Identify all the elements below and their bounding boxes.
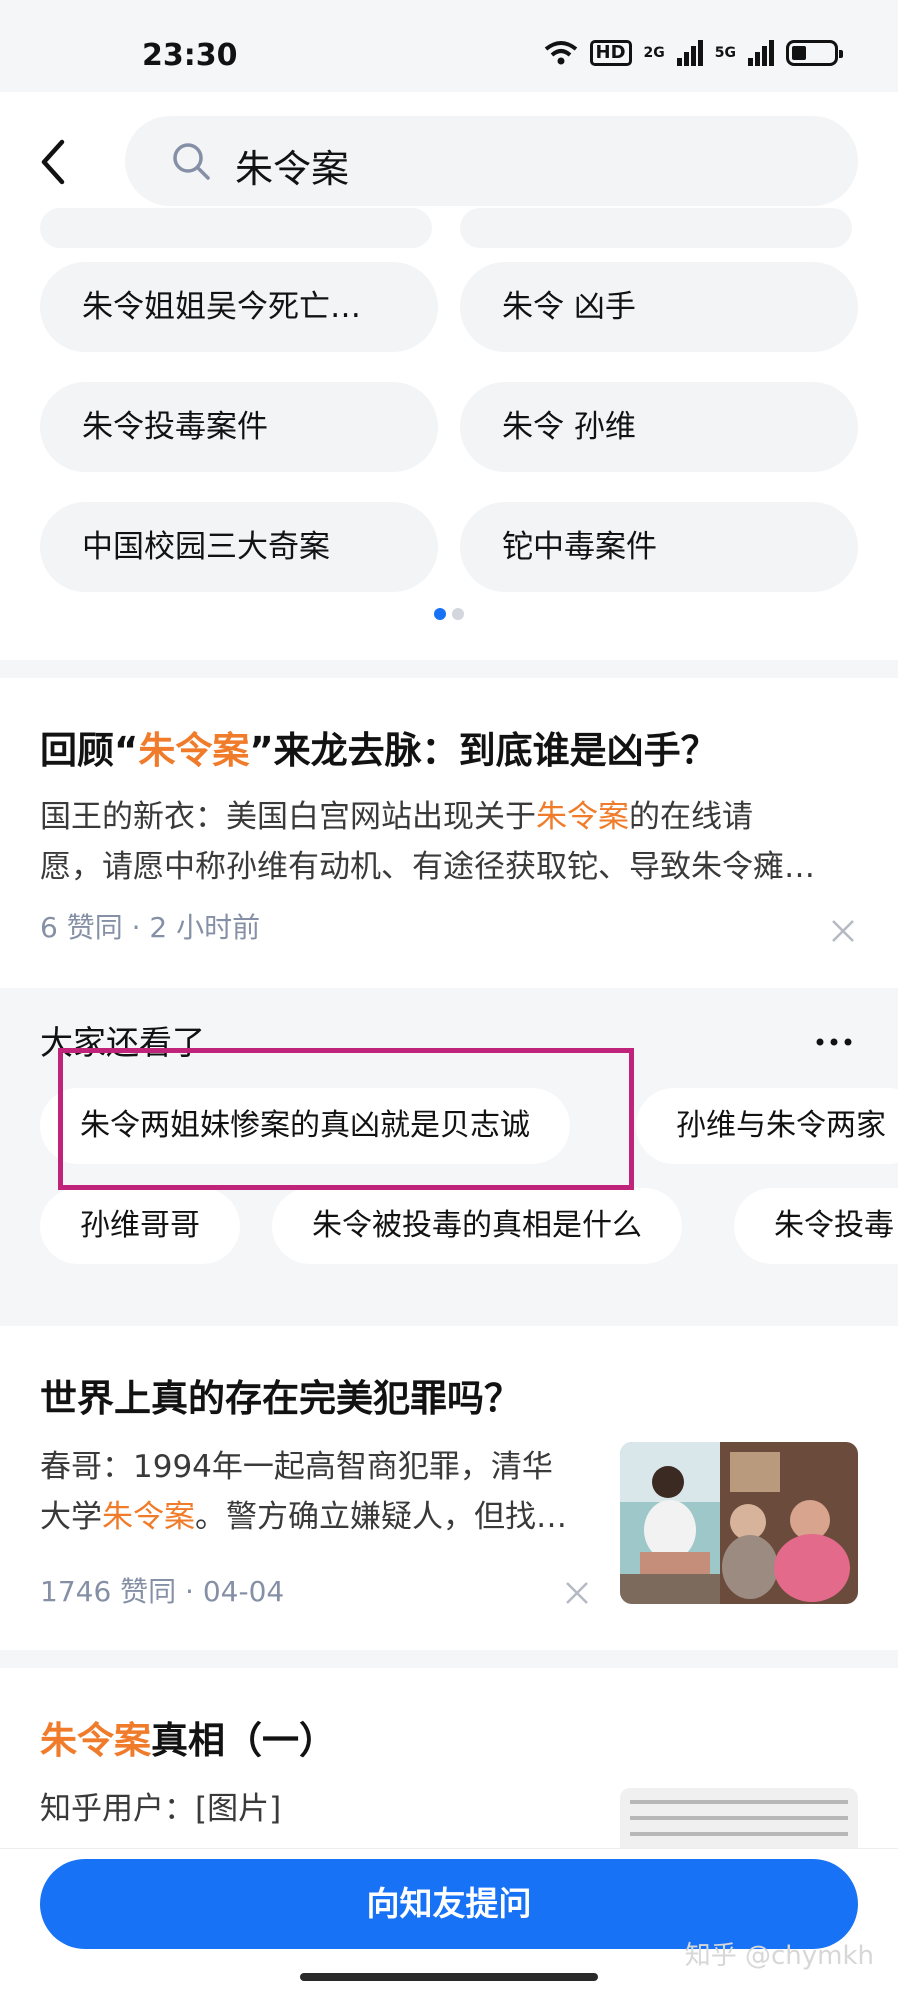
search-result-card[interactable]: 回顾“朱令案”来龙去脉：到底谁是凶手？ 国王的新衣：美国白宫网站出现关于朱令案的… xyxy=(0,678,898,988)
result-excerpt: 国王的新衣：美国白宫网站出现关于朱令案的在线请 愿，请愿中称孙维有动机、有途径获… xyxy=(40,799,815,885)
close-icon[interactable] xyxy=(564,1580,590,1606)
hd-badge: HD xyxy=(589,40,632,66)
watermark: 知乎 @chymkh xyxy=(684,1941,874,1971)
result-excerpt: 知乎用户：[图片] xyxy=(40,1791,282,1827)
close-icon[interactable] xyxy=(830,918,856,944)
back-arrow-icon[interactable] xyxy=(34,134,74,190)
related-chip[interactable]: 朱令两姐妹惨案的真凶就是贝志诚 xyxy=(40,1088,570,1164)
result-meta: 1746 赞同 · 04-04 xyxy=(40,1575,285,1608)
network-2g-label: 2G xyxy=(643,45,665,61)
suggestion-chip[interactable]: 朱令投毒案件 xyxy=(40,382,438,472)
suggestion-chip[interactable]: 朱令姐姐吴今死亡… xyxy=(40,262,438,352)
photo-thumbnail-icon xyxy=(620,1442,858,1604)
result-thumbnail[interactable] xyxy=(620,1442,858,1604)
search-query: 朱令案 xyxy=(235,147,350,191)
related-chip[interactable]: 孙维与朱令两家 xyxy=(636,1088,898,1164)
related-chip[interactable]: 朱令投毒 xyxy=(734,1188,898,1264)
search-suggestions: 朱令姐姐吴今死亡… 朱令 凶手 朱令投毒案件 朱令 孙维 中国校园三大奇案 铊中… xyxy=(0,208,898,660)
status-icons: HD 2G 5G xyxy=(544,40,843,66)
related-searches: 大家还看了 朱令两姐妹惨案的真凶就是贝志诚 孙维与朱令两家 孙维哥哥 朱令被投毒… xyxy=(0,988,898,1326)
related-title: 大家还看了 xyxy=(40,1023,205,1062)
result-excerpt: 春哥：1994年一起高智商犯罪，清华 大学朱令案。警方确立嫌疑人，但找… xyxy=(40,1449,567,1535)
result-meta: 6 赞同 · 2 小时前 xyxy=(40,911,261,944)
result-title: 朱令案真相（一） xyxy=(40,1719,336,1762)
bottom-bar: 向知友提问 知乎 @chymkh xyxy=(0,1848,898,1995)
network-5g-label: 5G xyxy=(714,45,736,61)
result-title: 回顾“朱令案”来龙去脉：到底谁是凶手？ xyxy=(40,729,718,772)
status-bar: 23:30 HD 2G 5G xyxy=(0,0,898,92)
home-indicator xyxy=(300,1973,598,1981)
signal-icon xyxy=(676,40,703,66)
status-time: 23:30 xyxy=(142,38,238,73)
suggestion-chip[interactable]: 铊中毒案件 xyxy=(460,502,858,592)
search-input[interactable]: 朱令案 xyxy=(125,116,858,206)
suggestion-chip-partial[interactable] xyxy=(40,208,432,248)
wifi-icon xyxy=(544,41,577,65)
suggestion-chip[interactable]: 中国校园三大奇案 xyxy=(40,502,438,592)
battery-icon xyxy=(786,40,843,66)
suggestion-chip[interactable]: 朱令 孙维 xyxy=(460,382,858,472)
suggestion-chip-partial[interactable] xyxy=(460,208,852,248)
result-title: 世界上真的存在完美犯罪吗？ xyxy=(40,1377,521,1420)
related-chip[interactable]: 朱令被投毒的真相是什么 xyxy=(272,1188,682,1264)
signal-icon xyxy=(748,40,774,66)
more-icon[interactable] xyxy=(814,1036,854,1048)
search-result-card[interactable]: 世界上真的存在完美犯罪吗？ 春哥：1994年一起高智商犯罪，清华 大学朱令案。警… xyxy=(0,1326,898,1650)
suggestion-chip[interactable]: 朱令 凶手 xyxy=(460,262,858,352)
related-chip[interactable]: 孙维哥哥 xyxy=(40,1188,240,1264)
search-icon xyxy=(173,143,210,180)
page-indicator xyxy=(434,608,464,620)
